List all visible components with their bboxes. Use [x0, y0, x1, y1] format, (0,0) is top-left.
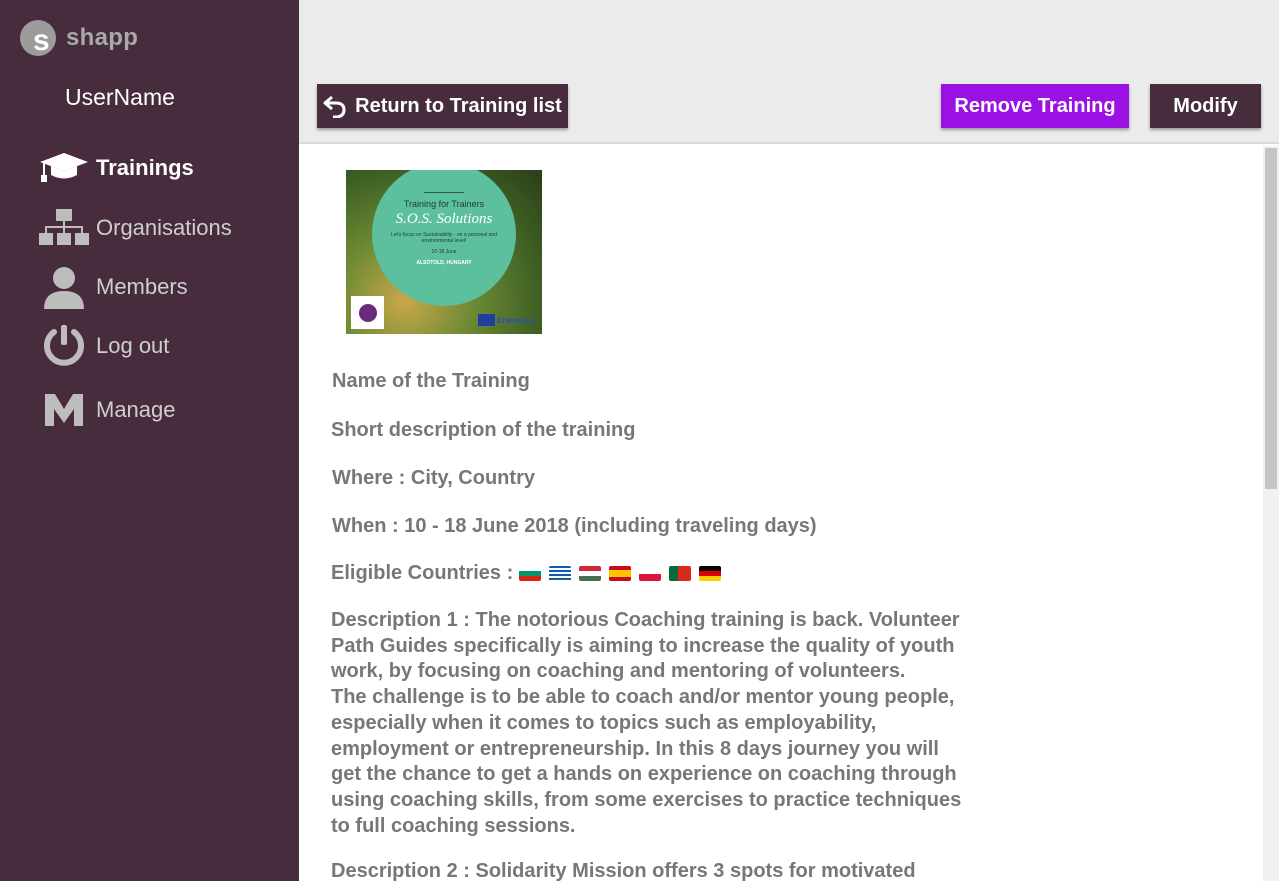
modify-button[interactable]: Modify — [1150, 84, 1261, 128]
training-description-2: Description 2 : Solidarity Mission offer… — [331, 860, 916, 881]
graduation-cap-icon — [36, 143, 92, 193]
return-button-label: Return to Training list — [355, 94, 562, 117]
training-short-description: Short description of the training — [331, 419, 636, 441]
poster-circle: Training for Trainers S.O.S. Solutions L… — [372, 170, 516, 306]
logo-mark-icon: s — [20, 20, 56, 56]
return-to-list-button[interactable]: Return to Training list — [317, 84, 568, 128]
portugal-flag-icon — [669, 566, 692, 581]
undo-arrow-icon — [323, 94, 347, 118]
poster-heading: Training for Trainers — [403, 199, 485, 209]
erasmus-logo: Erasmus+ — [478, 314, 535, 326]
poster-dates: 10-18 June — [431, 249, 457, 255]
toolbar: Return to Training list Remove Training … — [299, 0, 1279, 144]
remove-training-button[interactable]: Remove Training — [941, 84, 1129, 128]
sidebar-item-label: Organisations — [96, 215, 232, 240]
poster-title: S.O.S. Solutions — [395, 211, 493, 227]
manage-m-icon — [36, 385, 92, 435]
logo-text: shapp — [66, 24, 139, 51]
hungary-flag-icon — [579, 566, 602, 581]
sidebar-item-label: Members — [96, 274, 188, 299]
sidebar-item-trainings[interactable]: Trainings — [36, 143, 194, 193]
username: UserName — [65, 84, 175, 110]
content-scrollbar[interactable] — [1263, 146, 1279, 881]
training-when: When : 10 - 18 June 2018 (including trav… — [332, 515, 817, 537]
training-description-1: Description 1 : The notorious Coaching t… — [331, 609, 962, 837]
flag-list — [519, 566, 722, 581]
user-icon — [36, 262, 92, 312]
sidebar-item-members[interactable]: Members — [36, 262, 188, 312]
greece-flag-icon — [549, 566, 572, 581]
poland-flag-icon — [639, 566, 662, 581]
power-icon — [36, 321, 92, 371]
germany-flag-icon — [699, 566, 722, 581]
sidebar-item-label: Manage — [96, 397, 176, 422]
sidebar-item-label: Log out — [96, 333, 170, 358]
org-chart-icon — [36, 203, 92, 253]
eligible-countries-label: Eligible Countries : — [331, 562, 514, 584]
eligible-countries: Eligible Countries : — [331, 562, 722, 585]
app-logo[interactable]: s shapp — [20, 20, 138, 56]
partner-logo-icon — [351, 296, 384, 329]
poster-subtitle: Let's focus on Sustainability - on a per… — [390, 232, 498, 244]
sidebar-item-organisations[interactable]: Organisations — [36, 203, 232, 253]
spain-flag-icon — [609, 566, 632, 581]
training-detail: Training for Trainers S.O.S. Solutions L… — [299, 146, 1263, 881]
sidebar-item-log-out[interactable]: Log out — [36, 321, 169, 371]
eu-flag-icon — [478, 314, 495, 326]
sidebar-item-label: Trainings — [96, 155, 194, 180]
poster-place: ALSÓTOLD, HUNGARY — [416, 260, 472, 266]
bulgaria-flag-icon — [519, 566, 542, 581]
training-name: Name of the Training — [332, 370, 530, 392]
training-where: Where : City, Country — [332, 467, 535, 489]
training-poster-image: Training for Trainers S.O.S. Solutions L… — [346, 170, 542, 334]
sidebar-item-manage[interactable]: Manage — [36, 385, 176, 435]
sidebar: s shapp UserName Trainings Organisations… — [0, 0, 299, 881]
scrollbar-thumb[interactable] — [1265, 148, 1277, 489]
